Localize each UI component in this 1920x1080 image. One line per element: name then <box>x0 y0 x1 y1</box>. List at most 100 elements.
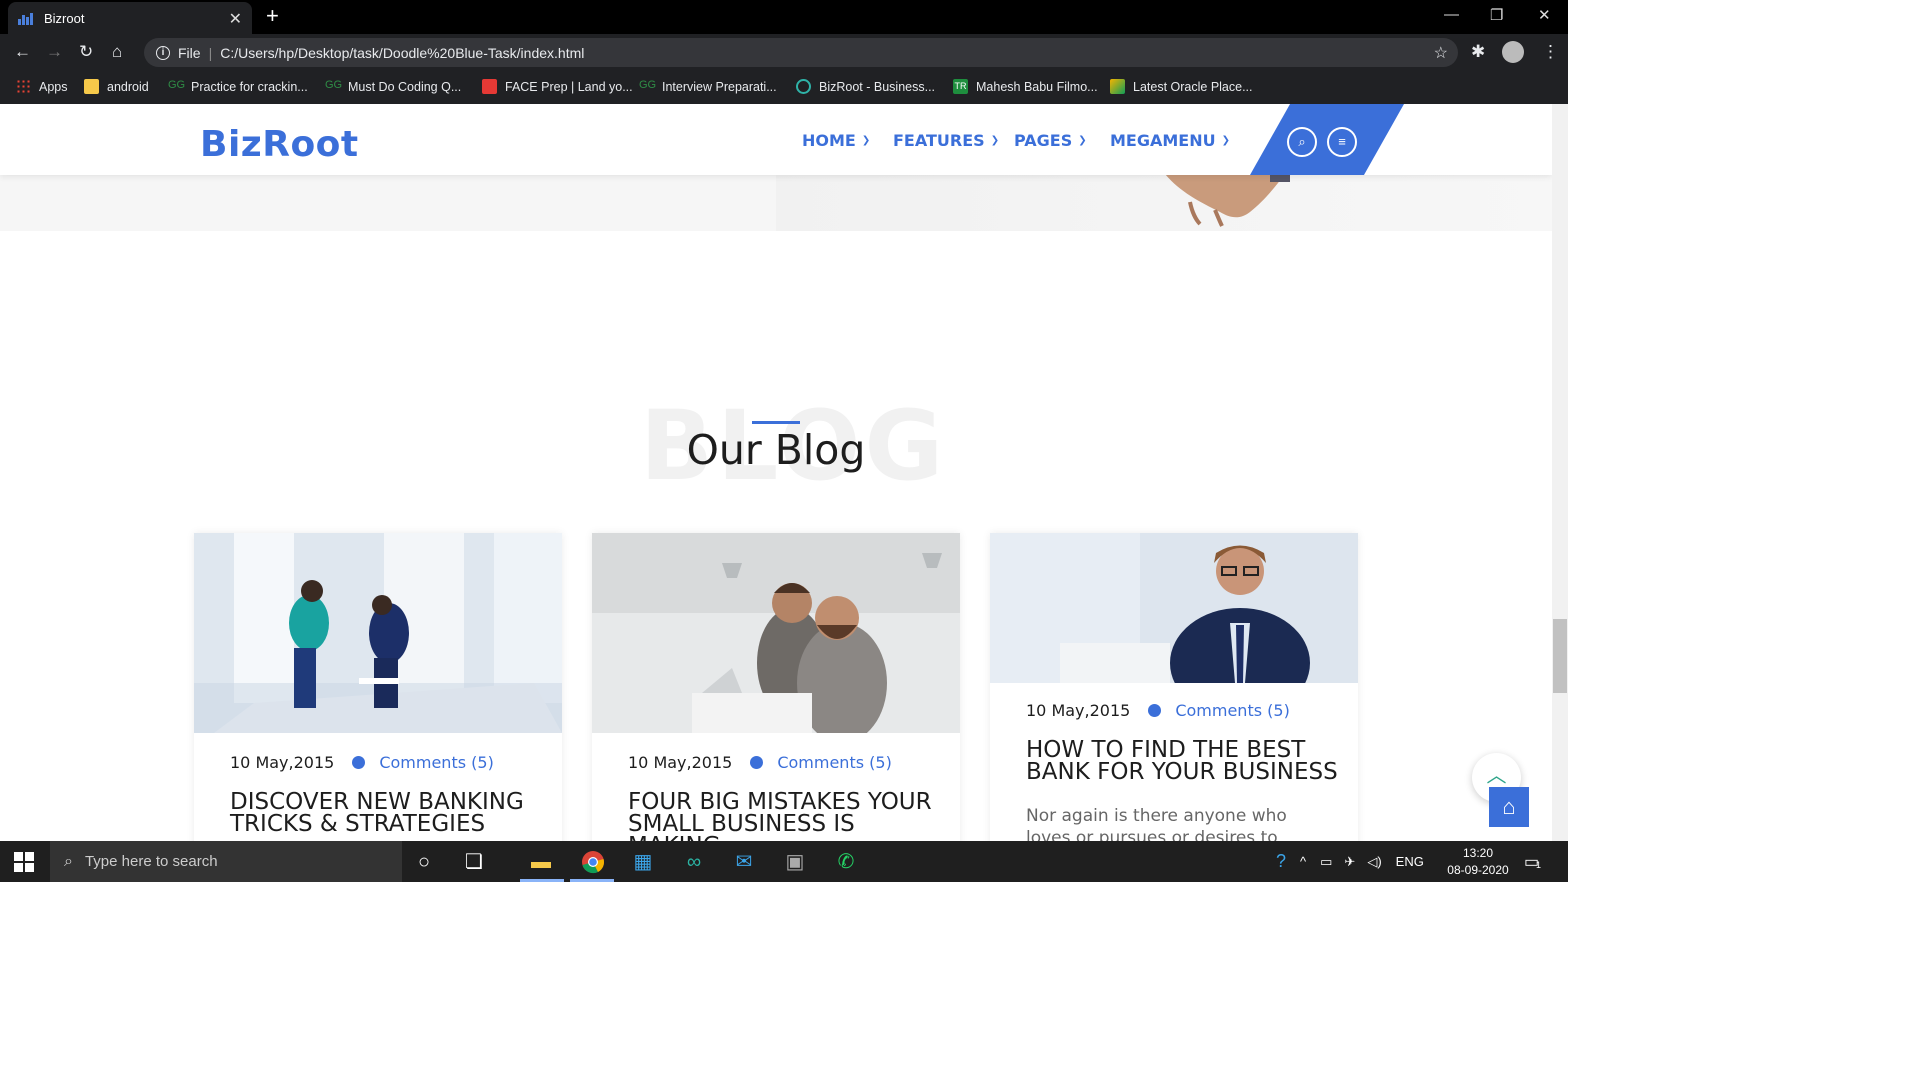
bookmark-practice[interactable]: GG Practice for crackin... <box>168 79 308 94</box>
help-icon[interactable]: ? <box>1276 851 1286 872</box>
store-icon[interactable]: ▦ <box>630 850 656 874</box>
hero-hand-image <box>1165 172 1290 227</box>
windows-start-icon[interactable] <box>14 852 34 872</box>
nav-features[interactable]: FEATURES ❯ <box>893 131 999 150</box>
active-indicator <box>520 879 564 882</box>
home-icon[interactable]: ⌂ <box>112 42 122 62</box>
close-tab-icon[interactable]: ✕ <box>229 9 242 29</box>
new-tab-icon[interactable]: + <box>266 4 279 28</box>
scrollbar-thumb[interactable] <box>1553 619 1567 693</box>
language-indicator[interactable]: ENG <box>1396 854 1424 869</box>
faceprep-icon <box>482 79 497 94</box>
battery-icon[interactable]: ▭ <box>1320 854 1332 870</box>
search-icon: ⌕ <box>64 852 73 870</box>
post-meta: 10 May,2015 Comments (5) <box>628 753 892 772</box>
chevron-up-icon[interactable]: ^ <box>1300 854 1306 869</box>
post-title[interactable]: HOW TO FIND THE BEST BANK FOR YOUR BUSIN… <box>1026 739 1346 784</box>
taskbar-search[interactable]: ⌕ Type here to search <box>50 841 402 882</box>
gfg-icon: GG <box>639 79 657 91</box>
url-scheme-label: File <box>178 44 201 61</box>
task-view-icon[interactable]: ❏ <box>461 850 487 874</box>
comments-link[interactable]: Comments (5) <box>379 753 493 772</box>
back-icon[interactable]: ← <box>14 42 31 62</box>
bizroot-icon <box>796 79 811 94</box>
chrome-icon[interactable] <box>580 850 606 874</box>
blog-image <box>592 533 960 733</box>
page-scrollbar[interactable] <box>1552 104 1568 841</box>
site-info-icon[interactable]: i <box>156 45 170 60</box>
minimize-icon[interactable]: — <box>1444 6 1459 23</box>
blog-image <box>194 533 562 733</box>
hamburger-menu-icon[interactable]: ≡ <box>1327 127 1357 157</box>
bookmark-oracle[interactable]: Latest Oracle Place... <box>1110 79 1253 94</box>
clock-time: 13:20 <box>1462 846 1494 860</box>
system-clock[interactable]: 13:20 08-09-2020 <box>1444 845 1512 879</box>
blog-card[interactable]: 10 May,2015 Comments (5) DISCOVER NEW BA… <box>194 533 562 841</box>
page-viewport: BizRoot HOME ❯ FEATURES ❯ PAGES ❯ MEGAMENU ❯… <box>0 104 1552 841</box>
post-date: 10 May,2015 <box>628 753 733 772</box>
cortana-icon[interactable]: ○ <box>411 850 437 874</box>
reload-icon[interactable]: ↻ <box>79 42 93 62</box>
volume-icon[interactable]: ◁) <box>1367 854 1381 870</box>
title-underline <box>752 421 800 424</box>
site-logo[interactable]: BizRoot <box>200 124 359 165</box>
search-icon[interactable]: ⌕ <box>1287 127 1317 157</box>
restore-icon[interactable]: ❐ <box>1490 6 1503 24</box>
chevron-down-icon: ❯ <box>1078 135 1087 146</box>
blog-card[interactable]: 10 May,2015 Comments (5) FOUR BIG MISTAK… <box>592 533 960 841</box>
bullet-dot-icon <box>352 756 366 769</box>
bookmark-bizroot[interactable]: BizRoot - Business... <box>796 79 935 94</box>
bookmark-apps[interactable]: Apps <box>16 79 68 94</box>
url-text: C:/Users/hp/Desktop/task/Doodle%20Blue-T… <box>220 44 585 61</box>
bookmark-android[interactable]: android <box>84 79 149 94</box>
bookmark-interview[interactable]: GG Interview Preparati... <box>639 79 777 94</box>
chevron-down-icon: ❯ <box>1221 135 1230 146</box>
app-icon[interactable]: ▣ <box>782 850 808 874</box>
chrome-logo-icon <box>582 851 604 874</box>
bookmark-faceprep[interactable]: FACE Prep | Land yo... <box>482 79 633 94</box>
airplane-icon[interactable]: ✈ <box>1344 854 1355 870</box>
file-explorer-icon[interactable]: ▬ <box>528 850 554 874</box>
blog-image <box>990 533 1358 683</box>
windows-taskbar: ⌕ Type here to search ○ ❏ ▬ ▦ ∞ ✉ ▣ ✆ ? … <box>0 841 1568 882</box>
system-tray: ? ^ ▭ ✈ ◁) ENG <box>1276 841 1424 882</box>
oracle-icon <box>1110 79 1125 94</box>
post-excerpt: Nor again is there anyone who loves or p… <box>1026 806 1287 841</box>
home-icon: ⌂ <box>1502 794 1516 819</box>
bookmark-must-do[interactable]: GG Must Do Coding Q... <box>325 79 461 94</box>
notification-icon[interactable]: ▭ 1 <box>1524 852 1541 872</box>
clock-date: 08-09-2020 <box>1447 863 1509 877</box>
post-meta: 10 May,2015 Comments (5) <box>230 753 494 772</box>
nav-megamenu[interactable]: MEGAMENU ❯ <box>1110 131 1230 150</box>
comments-link[interactable]: Comments (5) <box>1175 701 1289 720</box>
profile-avatar[interactable] <box>1502 41 1524 63</box>
gfg-icon: GG <box>168 79 186 91</box>
bullet-dot-icon <box>750 756 764 769</box>
post-title[interactable]: DISCOVER NEW BANKING TRICKS & STRATEGIES <box>230 791 550 836</box>
window-close-icon[interactable]: ✕ <box>1538 6 1551 24</box>
browser-tab[interactable]: Bizroot ✕ <box>8 2 252 34</box>
post-title[interactable]: FOUR BIG MISTAKES YOUR SMALL BUSINESS IS… <box>628 791 948 842</box>
bookmarks-bar: Apps android GG Practice for crackin... … <box>0 71 1568 104</box>
bookmark-mahesh[interactable]: TR Mahesh Babu Filmo... <box>953 79 1098 94</box>
extensions-icon[interactable]: ✱ <box>1471 42 1485 62</box>
home-float-button[interactable]: ⌂ <box>1489 787 1529 827</box>
arduino-icon[interactable]: ∞ <box>681 850 707 874</box>
nav-pages[interactable]: PAGES ❯ <box>1014 131 1087 150</box>
site-favicon-icon <box>18 11 34 25</box>
nav-home[interactable]: HOME ❯ <box>802 131 870 150</box>
chevron-up-icon: ︿ <box>1486 765 1507 787</box>
hero-left-panel <box>0 175 776 231</box>
forward-icon[interactable]: → <box>46 42 63 62</box>
whatsapp-icon[interactable]: ✆ <box>833 850 859 874</box>
address-bar[interactable]: i File | C:/Users/hp/Desktop/task/Doodle… <box>144 38 1458 67</box>
bookmark-star-icon[interactable]: ☆ <box>1434 43 1448 63</box>
browser-menu-icon[interactable]: ⋮ <box>1542 42 1559 62</box>
section-title: Our Blog <box>686 426 866 474</box>
apps-grid-icon <box>16 79 31 94</box>
comments-link[interactable]: Comments (5) <box>777 753 891 772</box>
browser-toolbar: ← → ↻ ⌂ i File | C:/Users/hp/Desktop/tas… <box>0 34 1568 71</box>
blog-card[interactable]: 10 May,2015 Comments (5) HOW TO FIND THE… <box>990 533 1358 841</box>
browser-tab-bar: Bizroot ✕ + — ❐ ✕ <box>0 0 1568 34</box>
mail-icon[interactable]: ✉ <box>731 850 757 874</box>
